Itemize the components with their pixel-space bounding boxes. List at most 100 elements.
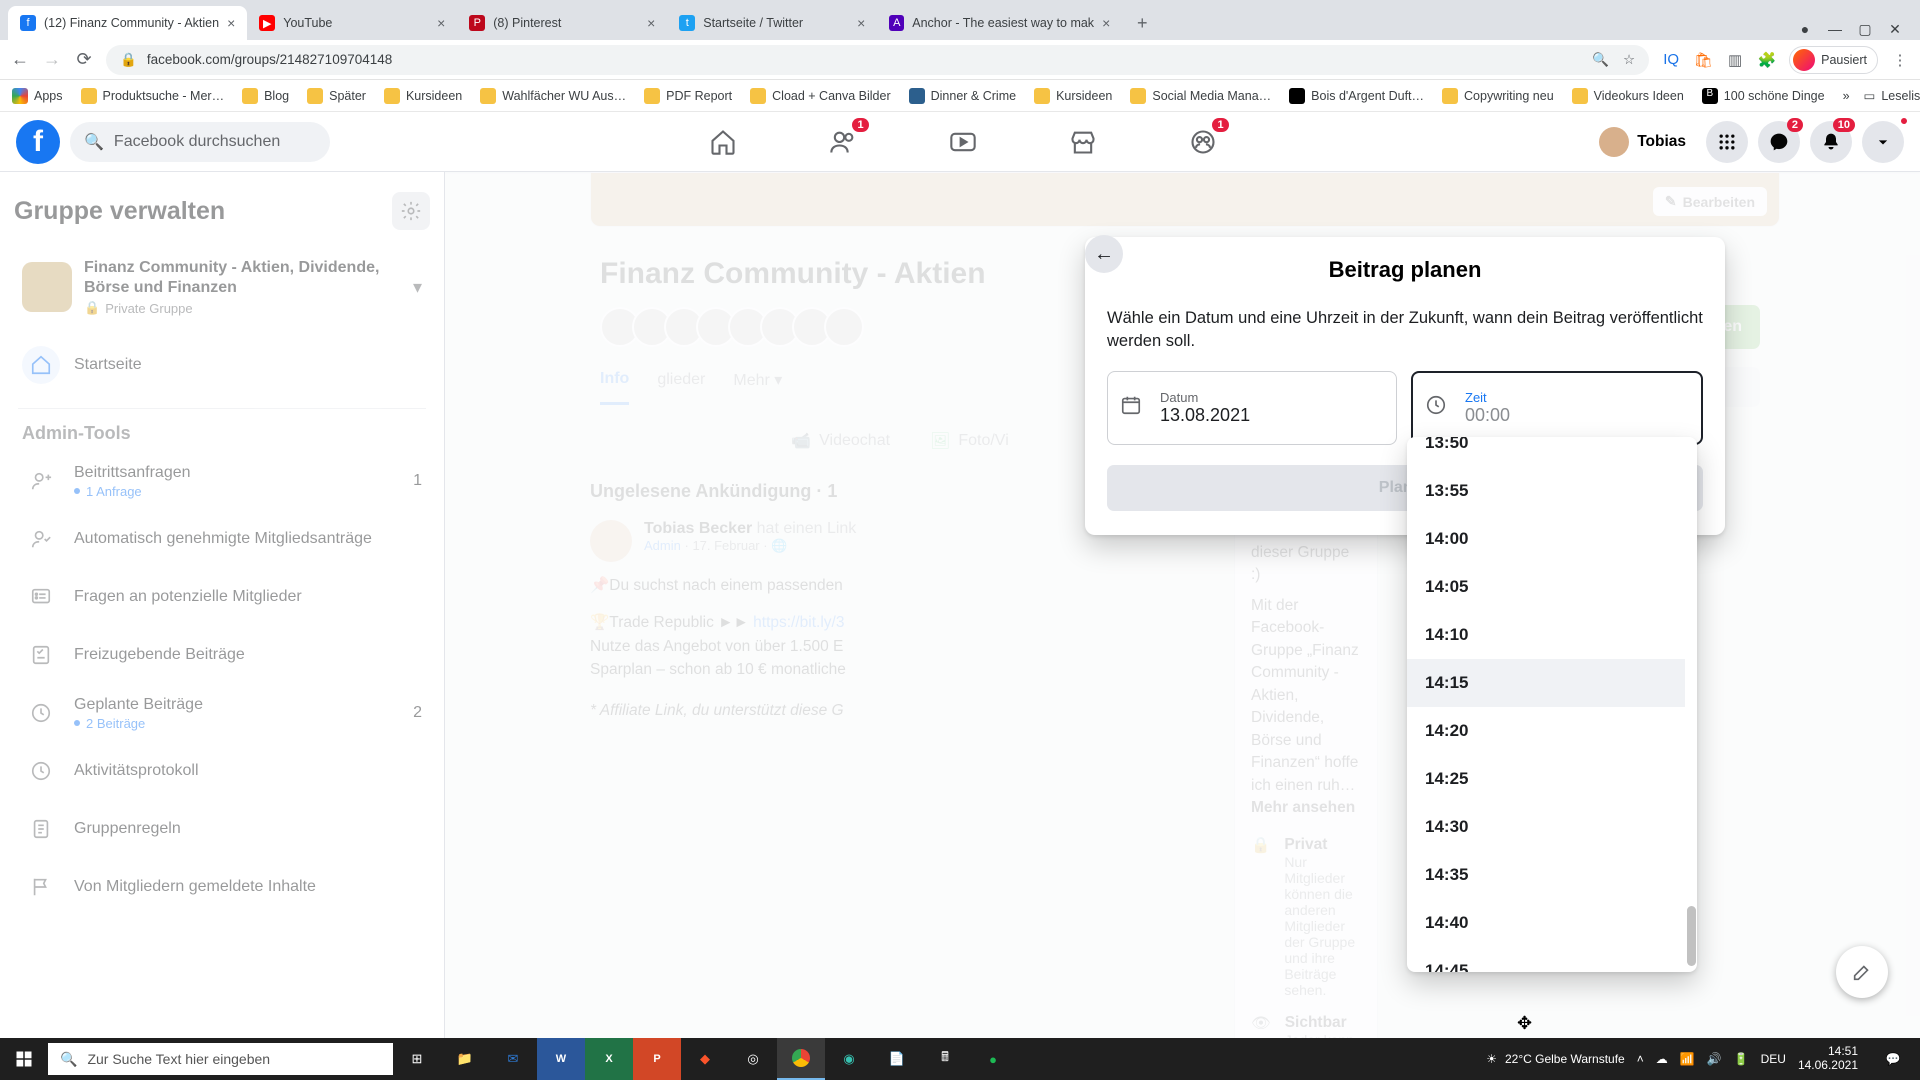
task-view-icon[interactable]: ⊞	[393, 1038, 441, 1080]
sidebar-item-home[interactable]: Startseite	[14, 336, 430, 394]
bookmark-item[interactable]: Wahlfächer WU Aus…	[480, 88, 626, 104]
window-close-icon[interactable]: ✕	[1888, 22, 1902, 36]
bookmark-item[interactable]: Bois d'Argent Duft…	[1289, 88, 1424, 104]
ext-shopping-icon[interactable]: 🛍	[1693, 50, 1713, 70]
close-tab-icon[interactable]: ×	[1102, 15, 1110, 31]
calc-icon[interactable]: 🖩	[921, 1038, 969, 1080]
close-tab-icon[interactable]: ×	[227, 15, 235, 31]
menu-grid-button[interactable]	[1706, 121, 1748, 163]
fb-search-input[interactable]: 🔍 Facebook durchsuchen	[70, 122, 330, 162]
browser-tab-active[interactable]: f (12) Finanz Community - Aktien ×	[8, 6, 247, 40]
edit-fab-button[interactable]	[1836, 946, 1888, 998]
bookmark-item[interactable]: Social Media Mana…	[1130, 88, 1271, 104]
account-dot-icon[interactable]: ●	[1798, 22, 1812, 36]
bookmark-item[interactable]: Videokurs Ideen	[1572, 88, 1684, 104]
start-button[interactable]	[0, 1050, 48, 1068]
chrome-profile-paused[interactable]: Pausiert	[1789, 46, 1878, 74]
time-option[interactable]: 14:25	[1407, 755, 1685, 803]
bookmark-item[interactable]: B100 schöne Dinge	[1702, 88, 1825, 104]
browser-tab[interactable]: ▶ YouTube ×	[247, 6, 457, 40]
excel-icon[interactable]: X	[585, 1038, 633, 1080]
browser-tab[interactable]: P (8) Pinterest ×	[457, 6, 667, 40]
scrollbar-thumb[interactable]	[1687, 906, 1696, 966]
bookmark-item[interactable]: Apps	[12, 88, 63, 104]
time-option[interactable]: 13:50	[1407, 437, 1685, 467]
date-field[interactable]: Datum 13.08.2021	[1107, 371, 1397, 445]
window-minimize-icon[interactable]: —	[1828, 22, 1842, 36]
close-tab-icon[interactable]: ×	[647, 15, 655, 31]
sidebar-settings-button[interactable]	[392, 192, 430, 230]
close-tab-icon[interactable]: ×	[437, 15, 445, 31]
explorer-icon[interactable]: 📁	[441, 1038, 489, 1080]
chrome-icon[interactable]	[777, 1038, 825, 1080]
sidebar-item-pending[interactable]: Freizugebende Beiträge	[14, 626, 430, 684]
bookmark-item[interactable]: Kursideen	[1034, 88, 1112, 104]
battery-icon[interactable]: 🔋	[1734, 1052, 1749, 1066]
messenger-button[interactable]: 2	[1758, 121, 1800, 163]
action-center-icon[interactable]: 💬	[1870, 1038, 1916, 1080]
edge-icon[interactable]: ◉	[825, 1038, 873, 1080]
powerpoint-icon[interactable]: P	[633, 1038, 681, 1080]
nav-watch[interactable]	[907, 114, 1019, 170]
weather-widget[interactable]: ☀22°C Gelbe Warnstufe	[1486, 1052, 1625, 1066]
nav-friends[interactable]: 1	[787, 114, 899, 170]
ext-icon[interactable]: IQ	[1661, 50, 1681, 70]
browser-tab[interactable]: t Startseite / Twitter ×	[667, 6, 877, 40]
volume-icon[interactable]: 🔊	[1707, 1052, 1722, 1066]
dropdown-scrollbar[interactable]	[1685, 437, 1697, 972]
ext-puzzle-icon[interactable]: 🧩	[1757, 50, 1777, 70]
notepad-icon[interactable]: 📄	[873, 1038, 921, 1080]
chrome-menu-icon[interactable]: ⋮	[1890, 50, 1910, 70]
chevron-down-icon[interactable]: ▾	[413, 277, 422, 298]
zoom-icon[interactable]: 🔍	[1592, 52, 1609, 68]
nav-back-icon[interactable]: ←	[10, 49, 30, 70]
time-option[interactable]: 14:00	[1407, 515, 1685, 563]
sidebar-item-activity[interactable]: Aktivitätsprotokoll	[14, 742, 430, 800]
bookmark-item[interactable]: Später	[307, 88, 366, 104]
mail-icon[interactable]: ✉	[489, 1038, 537, 1080]
time-option[interactable]: 14:20	[1407, 707, 1685, 755]
taskbar-search[interactable]: 🔍Zur Suche Text hier eingeben	[48, 1043, 393, 1075]
bookmarks-overflow-icon[interactable]: »	[1843, 89, 1850, 103]
sidebar-item-reported[interactable]: Von Mitgliedern gemeldete Inhalte	[14, 858, 430, 916]
sidebar-item-questions[interactable]: Fragen an potenzielle Mitglieder	[14, 568, 430, 626]
wifi-icon[interactable]: 📶	[1680, 1052, 1695, 1066]
time-option[interactable]: 14:45	[1407, 947, 1685, 972]
star-icon[interactable]: ☆	[1623, 52, 1635, 68]
bookmark-item[interactable]: Dinner & Crime	[909, 88, 1016, 104]
profile-chip[interactable]: Tobias	[1595, 123, 1696, 161]
language-indicator[interactable]: DEU	[1761, 1052, 1786, 1066]
nav-groups[interactable]: 1	[1147, 114, 1259, 170]
sidebar-item-auto-approve[interactable]: Automatisch genehmigte Mitgliedsanträge	[14, 510, 430, 568]
bookmark-item[interactable]: Kursideen	[384, 88, 462, 104]
word-icon[interactable]: W	[537, 1038, 585, 1080]
brave-icon[interactable]: ◆	[681, 1038, 729, 1080]
taskbar-clock[interactable]: 14:51 14.06.2021	[1798, 1045, 1858, 1073]
spotify-icon[interactable]: ●	[969, 1038, 1017, 1080]
browser-tab[interactable]: A Anchor - The easiest way to mak ×	[877, 6, 1122, 40]
ext-video-icon[interactable]: ▥	[1725, 50, 1745, 70]
notifications-button[interactable]: 10	[1810, 121, 1852, 163]
address-bar[interactable]: 🔒 facebook.com/groups/214827109704148 🔍 …	[106, 45, 1649, 75]
onedrive-icon[interactable]: ☁	[1656, 1052, 1668, 1066]
bookmark-item[interactable]: PDF Report	[644, 88, 732, 104]
facebook-logo-icon[interactable]: f	[16, 120, 60, 164]
bookmark-item[interactable]: Blog	[242, 88, 289, 104]
sidebar-item-requests[interactable]: Beitrittsanfragen 1 Anfrage 1	[14, 452, 430, 510]
sidebar-item-scheduled[interactable]: Geplante Beiträge 2 Beiträge 2	[14, 684, 430, 742]
time-option[interactable]: 14:05	[1407, 563, 1685, 611]
sidebar-item-rules[interactable]: Gruppenregeln	[14, 800, 430, 858]
time-option[interactable]: 14:35	[1407, 851, 1685, 899]
bookmark-item[interactable]: Copywriting neu	[1442, 88, 1554, 104]
time-option[interactable]: 14:30	[1407, 803, 1685, 851]
time-field[interactable]: Zeit 00:00	[1411, 371, 1703, 445]
nav-marketplace[interactable]	[1027, 114, 1139, 170]
account-dropdown-button[interactable]	[1862, 121, 1904, 163]
time-option[interactable]: 13:55	[1407, 467, 1685, 515]
close-tab-icon[interactable]: ×	[857, 15, 865, 31]
bookmark-item[interactable]: Cload + Canva Bilder	[750, 88, 890, 104]
window-maximize-icon[interactable]: ▢	[1858, 22, 1872, 36]
new-tab-button[interactable]: +	[1128, 9, 1156, 37]
time-option[interactable]: 14:40	[1407, 899, 1685, 947]
time-option[interactable]: 14:10	[1407, 611, 1685, 659]
